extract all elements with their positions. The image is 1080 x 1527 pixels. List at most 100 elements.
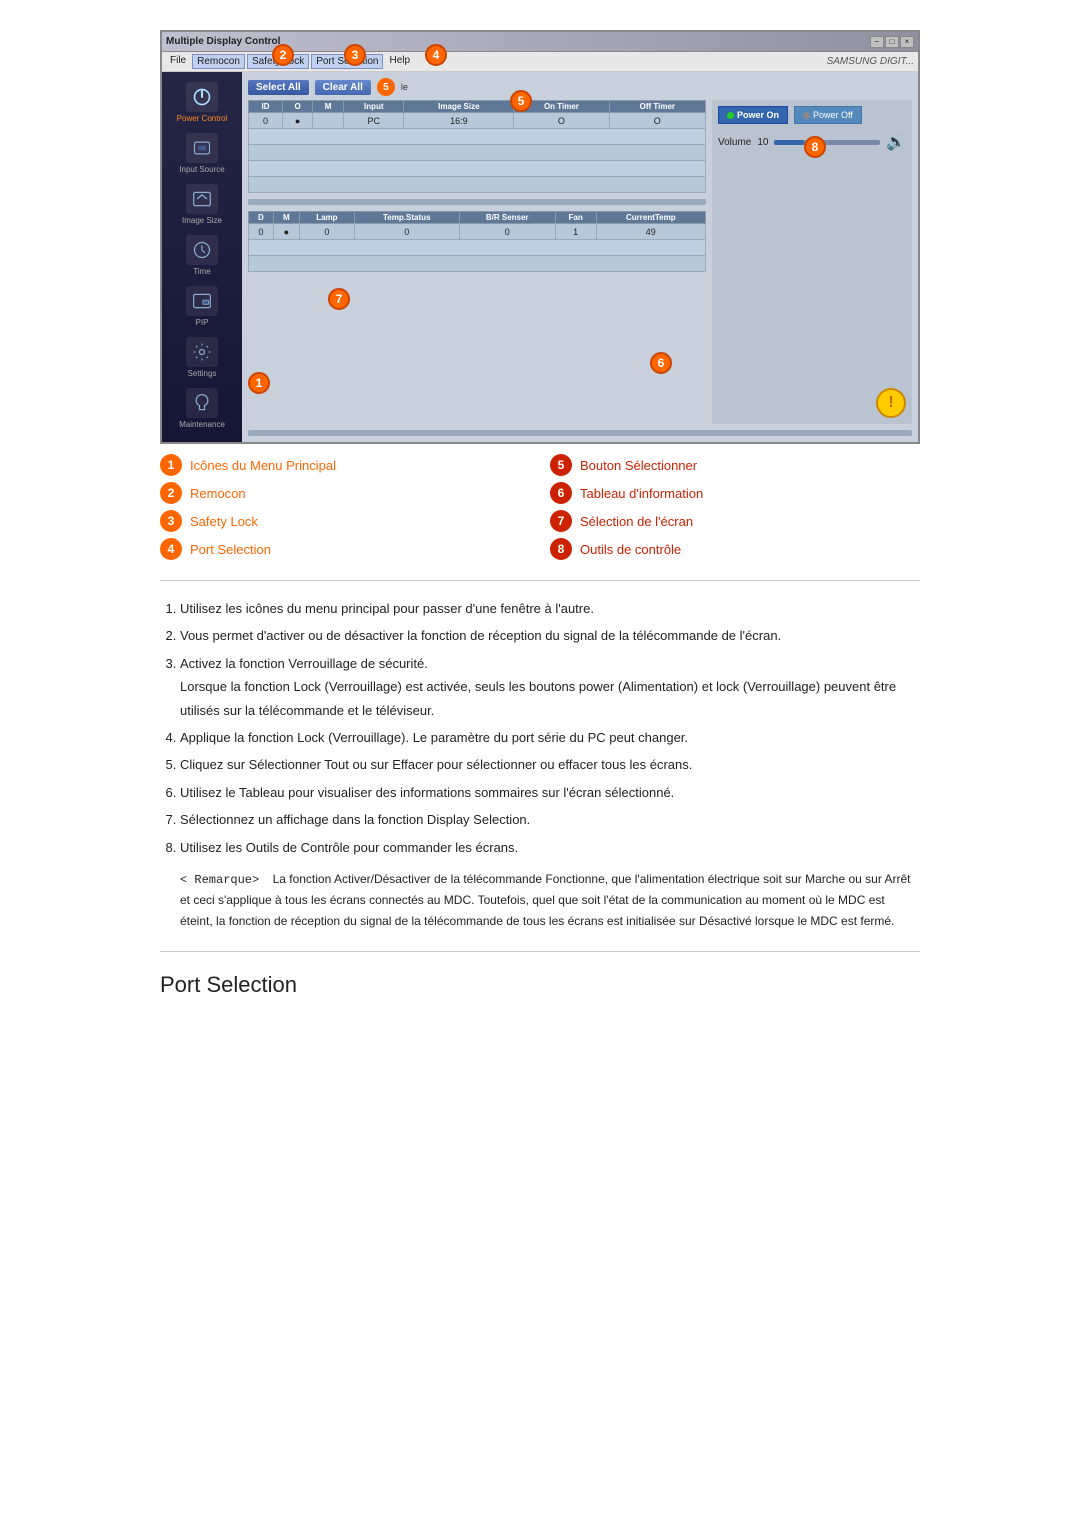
menu-remocon[interactable]: Remocon [192,54,245,69]
callout-1: 1 [248,372,270,394]
inner-title-text: Multiple Display Control [166,36,280,47]
power-off-button[interactable]: Power Off [794,106,862,124]
samsung-brand: SAMSUNG DIGIT... [827,56,914,67]
sidebar-item-power-control[interactable]: Power Control [162,78,242,127]
cell-o: ● [283,113,313,129]
volume-slider-fill [774,140,804,145]
col-input: Input [344,101,404,113]
volume-value: 10 [757,137,768,148]
sidebar-label-time: Time [193,267,210,276]
sidebar-label-maintenance: Maintenance [179,420,225,429]
col-offtimer: Off Timer [609,101,705,113]
badge-5: 5 [377,78,395,96]
table-row[interactable] [249,145,706,161]
remarque-block: < Remarque> La fonction Activer/Désactiv… [160,869,920,931]
sidebar-label-input-source: Input Source [179,165,224,174]
col-current-temp: CurrentTemp [596,212,705,224]
instruction-1: Utilisez les icônes du menu principal po… [180,597,920,620]
table-row[interactable] [249,129,706,145]
legend-badge-6: 6 [550,482,572,504]
legend-item-6: 6 Tableau d'information [550,482,920,504]
instruction-7: Sélectionnez un affichage dans la foncti… [180,808,920,831]
status-table-row[interactable]: 0 ● 0 0 0 1 49 [249,224,706,240]
menu-file[interactable]: File [166,54,190,69]
image-size-icon [186,184,218,214]
pip-icon [186,286,218,316]
legend-section: 1 Icônes du Menu Principal 5 Bouton Séle… [160,454,920,931]
col-id: ID [249,101,283,113]
cell-id: 0 [249,113,283,129]
inner-body: Power Control Input Source [162,72,918,442]
col-imagesize: Image Size [404,101,514,113]
legend-badge-3: 3 [160,510,182,532]
volume-slider[interactable] [774,140,880,145]
cell-fan: 1 [555,224,596,240]
volume-label: Volume [718,137,751,148]
sidebar-label-power-control: Power Control [177,114,228,123]
legend-item-7: 7 Sélection de l'écran [550,510,920,532]
inner-titlebar-controls[interactable]: − □ × [870,36,914,48]
speaker-icon: 🔊 [886,132,906,152]
close-button[interactable]: × [900,36,914,48]
table-row[interactable] [249,177,706,193]
sidebar-item-maintenance[interactable]: Maintenance [162,384,242,433]
legend-text-4: Port Selection [190,542,271,557]
inner-application-window: Multiple Display Control − □ × File Remo… [160,30,920,444]
time-icon [186,235,218,265]
maintenance-icon [186,388,218,418]
instruction-4: Applique la fonction Lock (Verrouillage)… [180,726,920,749]
legend-item-5: 5 Bouton Sélectionner [550,454,920,476]
inner-sidebar: Power Control Input Source [162,72,242,442]
legend-badge-5: 5 [550,454,572,476]
inner-main-content: Select All Clear All 5 le ID [242,72,918,442]
table-row[interactable] [249,161,706,177]
callout-4: 4 [425,44,447,66]
status-table: D M Lamp Temp.Status B/R Senser Fan Curr… [248,211,706,272]
sidebar-item-image-size[interactable]: Image Size [162,180,242,229]
cell-br-senser: 0 [459,224,555,240]
cell-lamp: 0 [300,224,355,240]
cell-ontimer: O [514,113,609,129]
minimize-button[interactable]: − [870,36,884,48]
power-controls: Power On Power Off [718,106,906,124]
cell-imagesize: 16:9 [404,113,514,129]
settings-icon [186,337,218,367]
power-on-button[interactable]: Power On [718,106,788,124]
legend-badge-4: 4 [160,538,182,560]
legend-badge-2: 2 [160,482,182,504]
cell-m2: ● [273,224,299,240]
cell-offtimer: O [609,113,705,129]
power-on-label: Power On [737,110,779,120]
cell-current-temp: 49 [596,224,705,240]
app-screenshot: 1 2 3 4 5 6 7 8 Multiple Display Control… [160,30,920,444]
sidebar-label-image-size: Image Size [182,216,222,225]
sidebar-item-settings[interactable]: Settings [162,333,242,382]
scrollbar-horizontal[interactable] [248,199,706,205]
select-all-button[interactable]: Select All [248,80,309,95]
sidebar-item-time[interactable]: Time [162,231,242,280]
instruction-5: Cliquez sur Sélectionner Tout ou sur Eff… [180,753,920,776]
status-table-row[interactable] [249,240,706,256]
legend-item-4: 4 Port Selection [160,538,530,560]
callout-8: 8 [804,136,826,158]
legend-grid: 1 Icônes du Menu Principal 5 Bouton Séle… [160,454,920,560]
main-display-table: ID O M Input Image Size On Timer Off Tim… [248,100,706,193]
status-table-row[interactable] [249,256,706,272]
legend-text-1: Icônes du Menu Principal [190,458,336,473]
input-source-icon [186,133,218,163]
remarque-text: La fonction Activer/Désactiver de la tél… [180,872,911,928]
clear-all-button[interactable]: Clear All [315,80,371,95]
sidebar-item-input-source[interactable]: Input Source [162,129,242,178]
legend-text-3: Safety Lock [190,514,258,529]
instruction-6: Utilisez le Tableau pour visualiser des … [180,781,920,804]
maximize-button[interactable]: □ [885,36,899,48]
menu-help[interactable]: Help [385,54,414,69]
inner-toolbar: Select All Clear All 5 le [248,78,912,96]
port-selection-heading: Port Selection [160,951,920,998]
scrollbar-bottom[interactable] [248,430,912,436]
legend-item-3: 3 Safety Lock [160,510,530,532]
sidebar-item-pip[interactable]: PIP [162,282,242,331]
callout-3: 3 [344,44,366,66]
power-off-label: Power Off [813,110,853,120]
table-row[interactable]: 0 ● PC 16:9 O O [249,113,706,129]
